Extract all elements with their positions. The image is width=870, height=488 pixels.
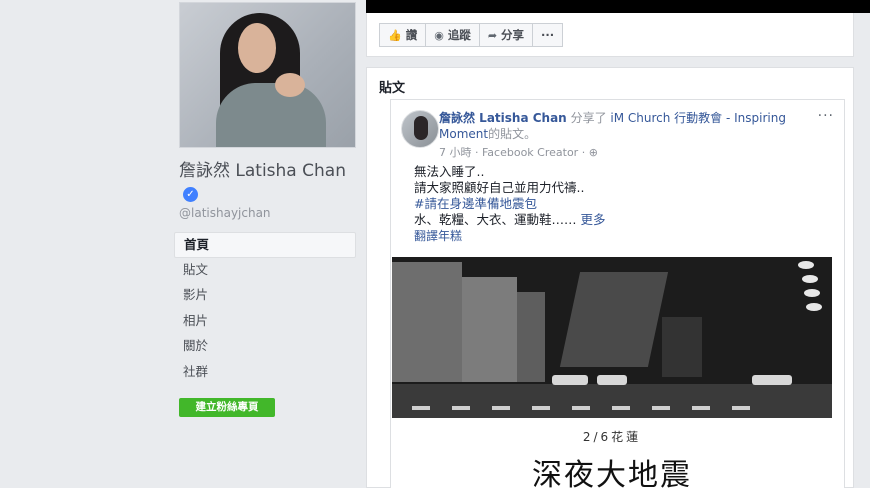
page-nav: 首頁 貼文 影片 相片 關於 社群 [174, 232, 356, 385]
follow-label: 追蹤 [447, 28, 471, 42]
create-page-button[interactable]: 建立粉絲專頁 [179, 398, 275, 417]
car [752, 375, 792, 385]
post-author-avatar[interactable] [401, 110, 439, 148]
building-tilted [559, 272, 669, 367]
page-name-text: 詹詠然 Latisha Chan [179, 161, 346, 181]
post-line-3-wrap: 水、乾糧、大衣、運動鞋…… 更多 [414, 212, 834, 228]
crosswalk-stripe [612, 406, 630, 410]
post-line-2: 請大家照顧好自己並用力代禱.. [414, 180, 585, 195]
nav-item-about[interactable]: 關於 [174, 334, 356, 360]
street-light [802, 275, 818, 283]
nav-item-photos[interactable]: 相片 [174, 309, 356, 335]
post-suffix: 的貼文。 [488, 127, 537, 141]
car [597, 375, 627, 385]
image-title-text: 深夜大地震 [532, 458, 692, 488]
post-timestamp[interactable]: 7 小時 · Facebook Creator · ⊕ [439, 144, 598, 160]
car [552, 375, 588, 385]
cover-bottom-bar [366, 0, 870, 13]
post: 詹詠然 Latisha Chan 分享了 iM Church 行動教會 - In… [390, 99, 845, 488]
left-column: 詹詠然 Latisha Chan ✓ @latishayjchan 首頁 貼文 影… [0, 0, 366, 488]
action-buttons: 👍 讚 ◉ 追蹤 ➦ 分享 ··· [379, 23, 564, 47]
profile-photo[interactable] [179, 2, 356, 148]
crosswalk-stripe [452, 406, 470, 410]
page-action-bar: 👍 讚 ◉ 追蹤 ➦ 分享 ··· [366, 13, 854, 57]
crosswalk-stripe [532, 406, 550, 410]
verified-badge-icon: ✓ [183, 187, 198, 202]
rss-icon: ◉ [434, 29, 444, 42]
road [392, 384, 832, 418]
street-light [798, 261, 814, 269]
nav-item-community[interactable]: 社群 [174, 360, 356, 386]
crosswalk-stripe [732, 406, 750, 410]
posts-section-title: 貼文 [379, 81, 406, 96]
follow-button[interactable]: ◉ 追蹤 [425, 23, 480, 47]
like-button[interactable]: 👍 讚 [379, 23, 427, 47]
nav-item-posts[interactable]: 貼文 [174, 258, 356, 284]
post-hashtag[interactable]: #請在身邊準備地震包 [414, 196, 834, 212]
crosswalk-stripe [412, 406, 430, 410]
profile-photo-shoulder [275, 73, 305, 97]
profile-photo-face [238, 23, 276, 73]
crosswalk-stripe [692, 406, 710, 410]
posts-card: 貼文 詹詠然 Latisha Chan 分享了 iM Church 行動教會 -… [366, 67, 854, 488]
post-line-3: 水、乾糧、大衣、運動鞋…… [414, 212, 577, 227]
post-image-caption: 2/6花蓮 深夜大地震 [392, 418, 832, 488]
crosswalk-stripe [492, 406, 510, 410]
building-right [662, 317, 702, 377]
share-arrow-icon: ➦ [487, 29, 498, 42]
post-line-1: 無法入睡了.. [414, 164, 485, 179]
crosswalk-stripe [572, 406, 590, 410]
see-more-link[interactable]: 更多 [581, 212, 606, 227]
post-options-icon[interactable]: ··· [818, 108, 834, 124]
thumbs-up-icon: 👍 [388, 29, 402, 42]
image-date-text: 2/6花蓮 [582, 430, 642, 444]
post-body: 無法入睡了.. 請大家照顧好自己並用力代禱.. #請在身邊準備地震包 水、乾糧、… [414, 164, 834, 244]
crosswalk-stripe [652, 406, 670, 410]
nav-item-videos[interactable]: 影片 [174, 283, 356, 309]
street-light [806, 303, 822, 311]
profile-photo-body [216, 83, 326, 147]
building-left-2 [462, 277, 517, 382]
post-author-link[interactable]: 詹詠然 Latisha Chan [439, 111, 567, 125]
building-left-3 [517, 292, 545, 382]
share-button[interactable]: ➦ 分享 [478, 23, 534, 47]
like-label: 讚 [405, 28, 418, 42]
translate-link[interactable]: 翻譯年糕 [414, 228, 834, 244]
shared-text: 分享了 [570, 111, 607, 125]
post-image[interactable] [392, 257, 832, 418]
share-label: 分享 [501, 28, 525, 42]
building-left [392, 262, 462, 382]
more-options-button[interactable]: ··· [532, 23, 564, 47]
page-name[interactable]: 詹詠然 Latisha Chan ✓ [179, 160, 349, 204]
page-handle[interactable]: @latishayjchan [179, 206, 271, 220]
post-header: 詹詠然 Latisha Chan 分享了 iM Church 行動教會 - In… [439, 110, 799, 142]
nav-item-home[interactable]: 首頁 [174, 232, 356, 258]
street-light [804, 289, 820, 297]
